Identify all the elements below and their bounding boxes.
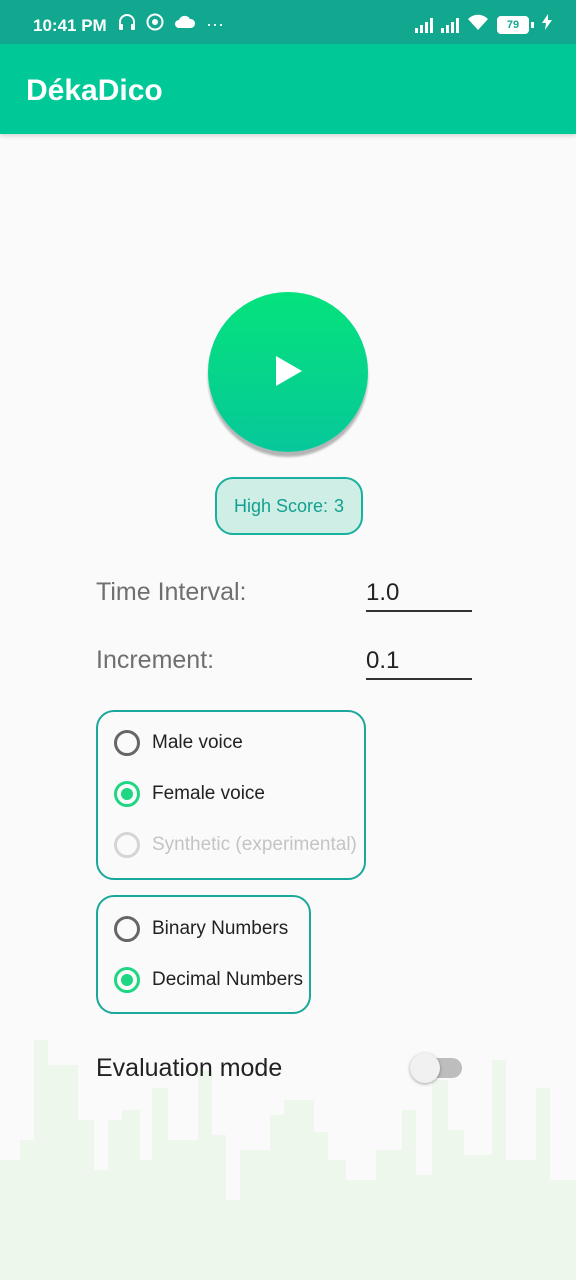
signal-icon [441, 17, 459, 33]
evaluation-mode-toggle[interactable] [410, 1053, 440, 1083]
status-icons: ··· [118, 13, 224, 34]
radio-label: Female voice [152, 783, 265, 804]
battery-icon: 79 [497, 15, 529, 34]
cloud-icon [174, 14, 196, 33]
high-score-value: 3 [334, 495, 345, 516]
voice-radio-group: Male voice Female voice Synthetic (exper… [96, 710, 366, 880]
status-time: 10:41 PM [33, 16, 107, 35]
high-score-badge: High Score: 3 [215, 477, 363, 535]
high-score-label: High Score: [233, 495, 329, 516]
status-right: 79 [415, 14, 552, 35]
play-icon [276, 356, 302, 386]
time-interval-input[interactable] [366, 576, 472, 612]
radio-button[interactable] [114, 730, 140, 756]
radio-synthetic-voice: Synthetic (experimental) [114, 832, 357, 858]
status-bar: 10:41 PM ··· 79 [0, 0, 576, 44]
app-bar: DékaDico [0, 44, 576, 134]
radio-decimal-numbers[interactable]: Decimal Numbers [114, 967, 303, 993]
radio-button-checked[interactable] [114, 967, 140, 993]
increment-input[interactable] [366, 644, 472, 680]
more-dots-icon: ··· [206, 13, 224, 34]
radio-button-disabled [114, 832, 140, 858]
wifi-icon [467, 14, 489, 35]
radio-label: Synthetic (experimental) [152, 834, 357, 855]
radio-button[interactable] [114, 916, 140, 942]
increment-label: Increment: [96, 646, 215, 674]
signal-icon [415, 17, 433, 33]
radio-button-checked[interactable] [114, 781, 140, 807]
radio-female-voice[interactable]: Female voice [114, 781, 265, 807]
app-title: DékaDico [26, 74, 163, 107]
headphones-icon [118, 13, 136, 34]
radio-label: Male voice [152, 732, 243, 753]
skyline-background [0, 1040, 576, 1280]
play-button[interactable] [208, 292, 368, 452]
target-icon [146, 13, 164, 34]
battery-cap [531, 21, 534, 28]
number-type-radio-group: Binary Numbers Decimal Numbers [96, 895, 311, 1014]
radio-binary-numbers[interactable]: Binary Numbers [114, 916, 288, 942]
evaluation-mode-label: Evaluation mode [96, 1054, 283, 1082]
charging-icon [542, 14, 552, 35]
time-interval-label: Time Interval: [96, 578, 247, 606]
radio-male-voice[interactable]: Male voice [114, 730, 243, 756]
radio-label: Decimal Numbers [152, 969, 303, 990]
radio-label: Binary Numbers [152, 918, 289, 939]
